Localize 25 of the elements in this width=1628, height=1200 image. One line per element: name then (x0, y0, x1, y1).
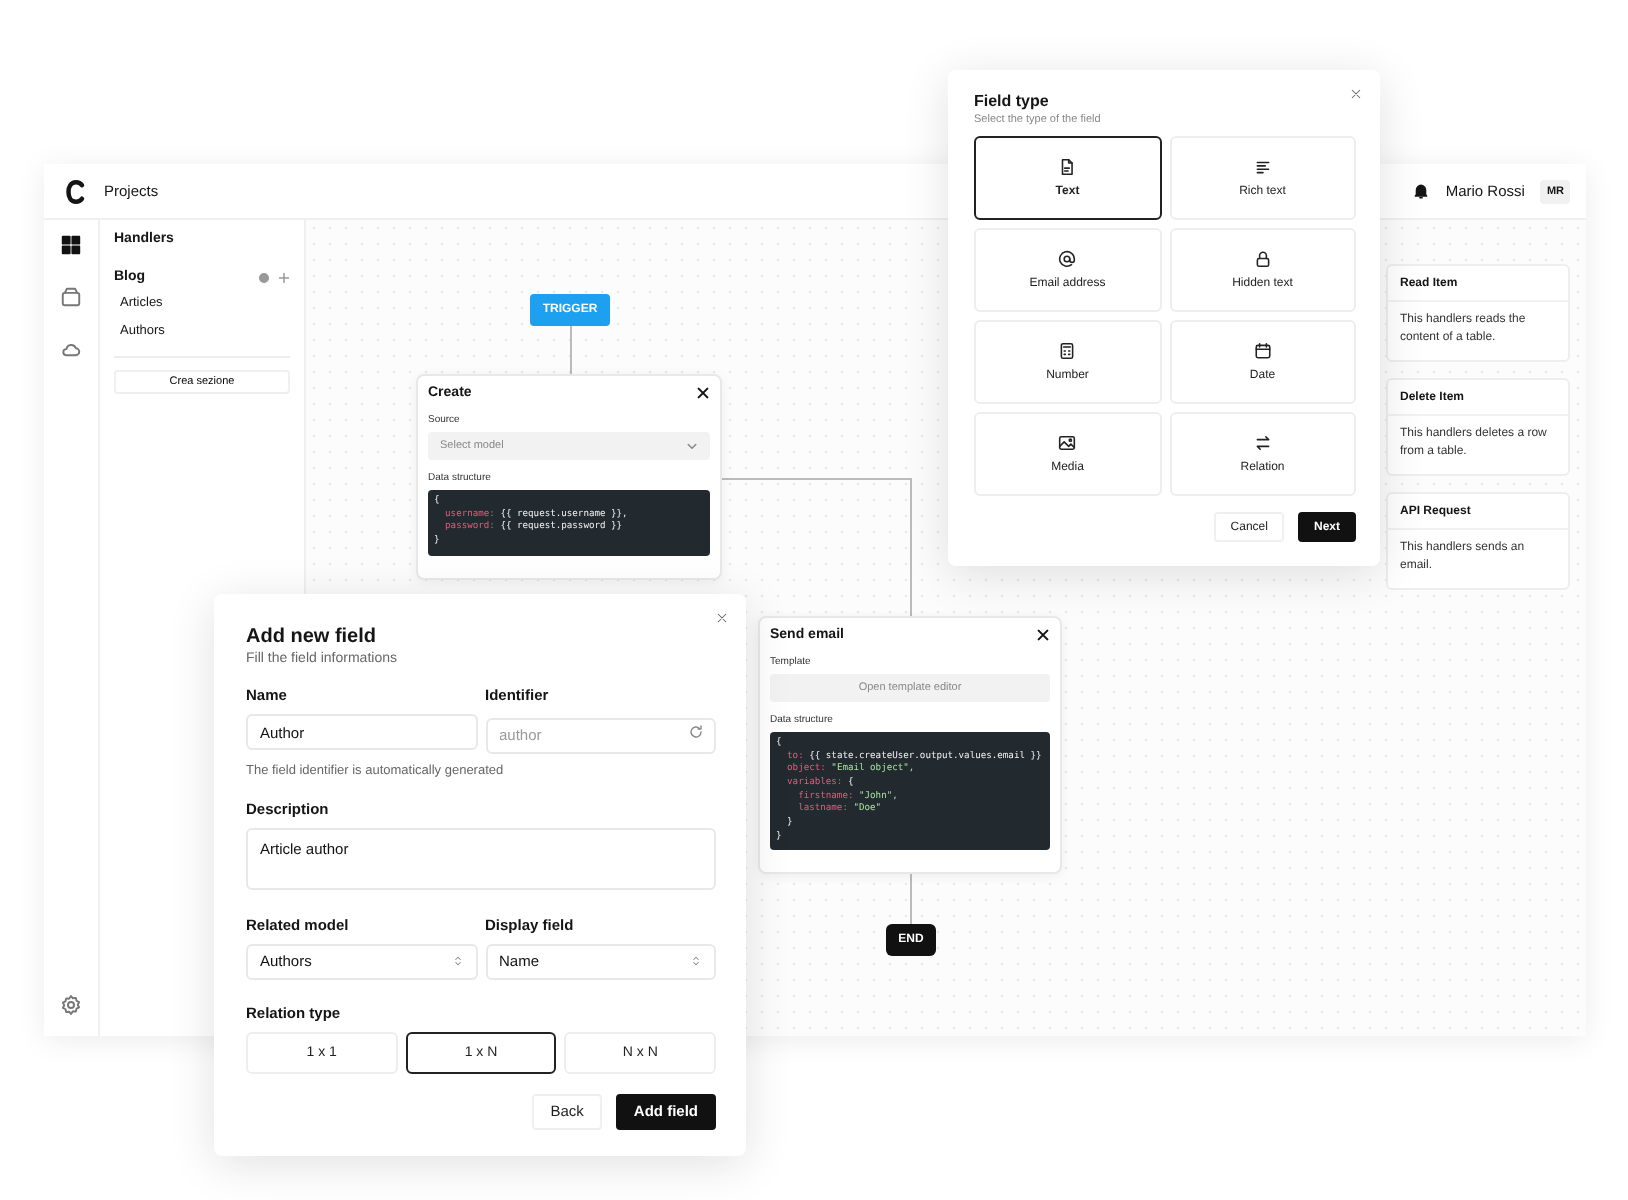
add-icon[interactable] (278, 271, 290, 283)
close-icon[interactable] (696, 386, 710, 400)
cloud-icon[interactable] (60, 338, 82, 360)
dialog-title: Add new field (246, 626, 378, 648)
swap-arrows-icon (1253, 434, 1272, 452)
grid-icon[interactable] (60, 234, 82, 256)
logo-icon (64, 177, 88, 205)
bell-icon (1411, 182, 1430, 200)
document-icon (1058, 158, 1077, 176)
box-icon[interactable] (60, 286, 82, 308)
image-icon (1058, 434, 1077, 452)
connector-line (910, 874, 912, 924)
dialog-title: Field type (974, 92, 1051, 110)
connector-line (570, 326, 572, 374)
chevron-down-icon (686, 440, 698, 452)
sort-arrows-icon (690, 954, 702, 968)
calculator-icon (1058, 342, 1077, 360)
lines-icon (1253, 158, 1272, 176)
at-sign-icon (1058, 250, 1077, 268)
lock-icon (1253, 250, 1272, 268)
settings-icon[interactable] (60, 994, 82, 1016)
close-icon[interactable] (1036, 628, 1050, 642)
sort-arrows-icon (451, 954, 463, 968)
calendar-icon (1253, 342, 1272, 360)
refresh-icon[interactable] (688, 724, 704, 740)
